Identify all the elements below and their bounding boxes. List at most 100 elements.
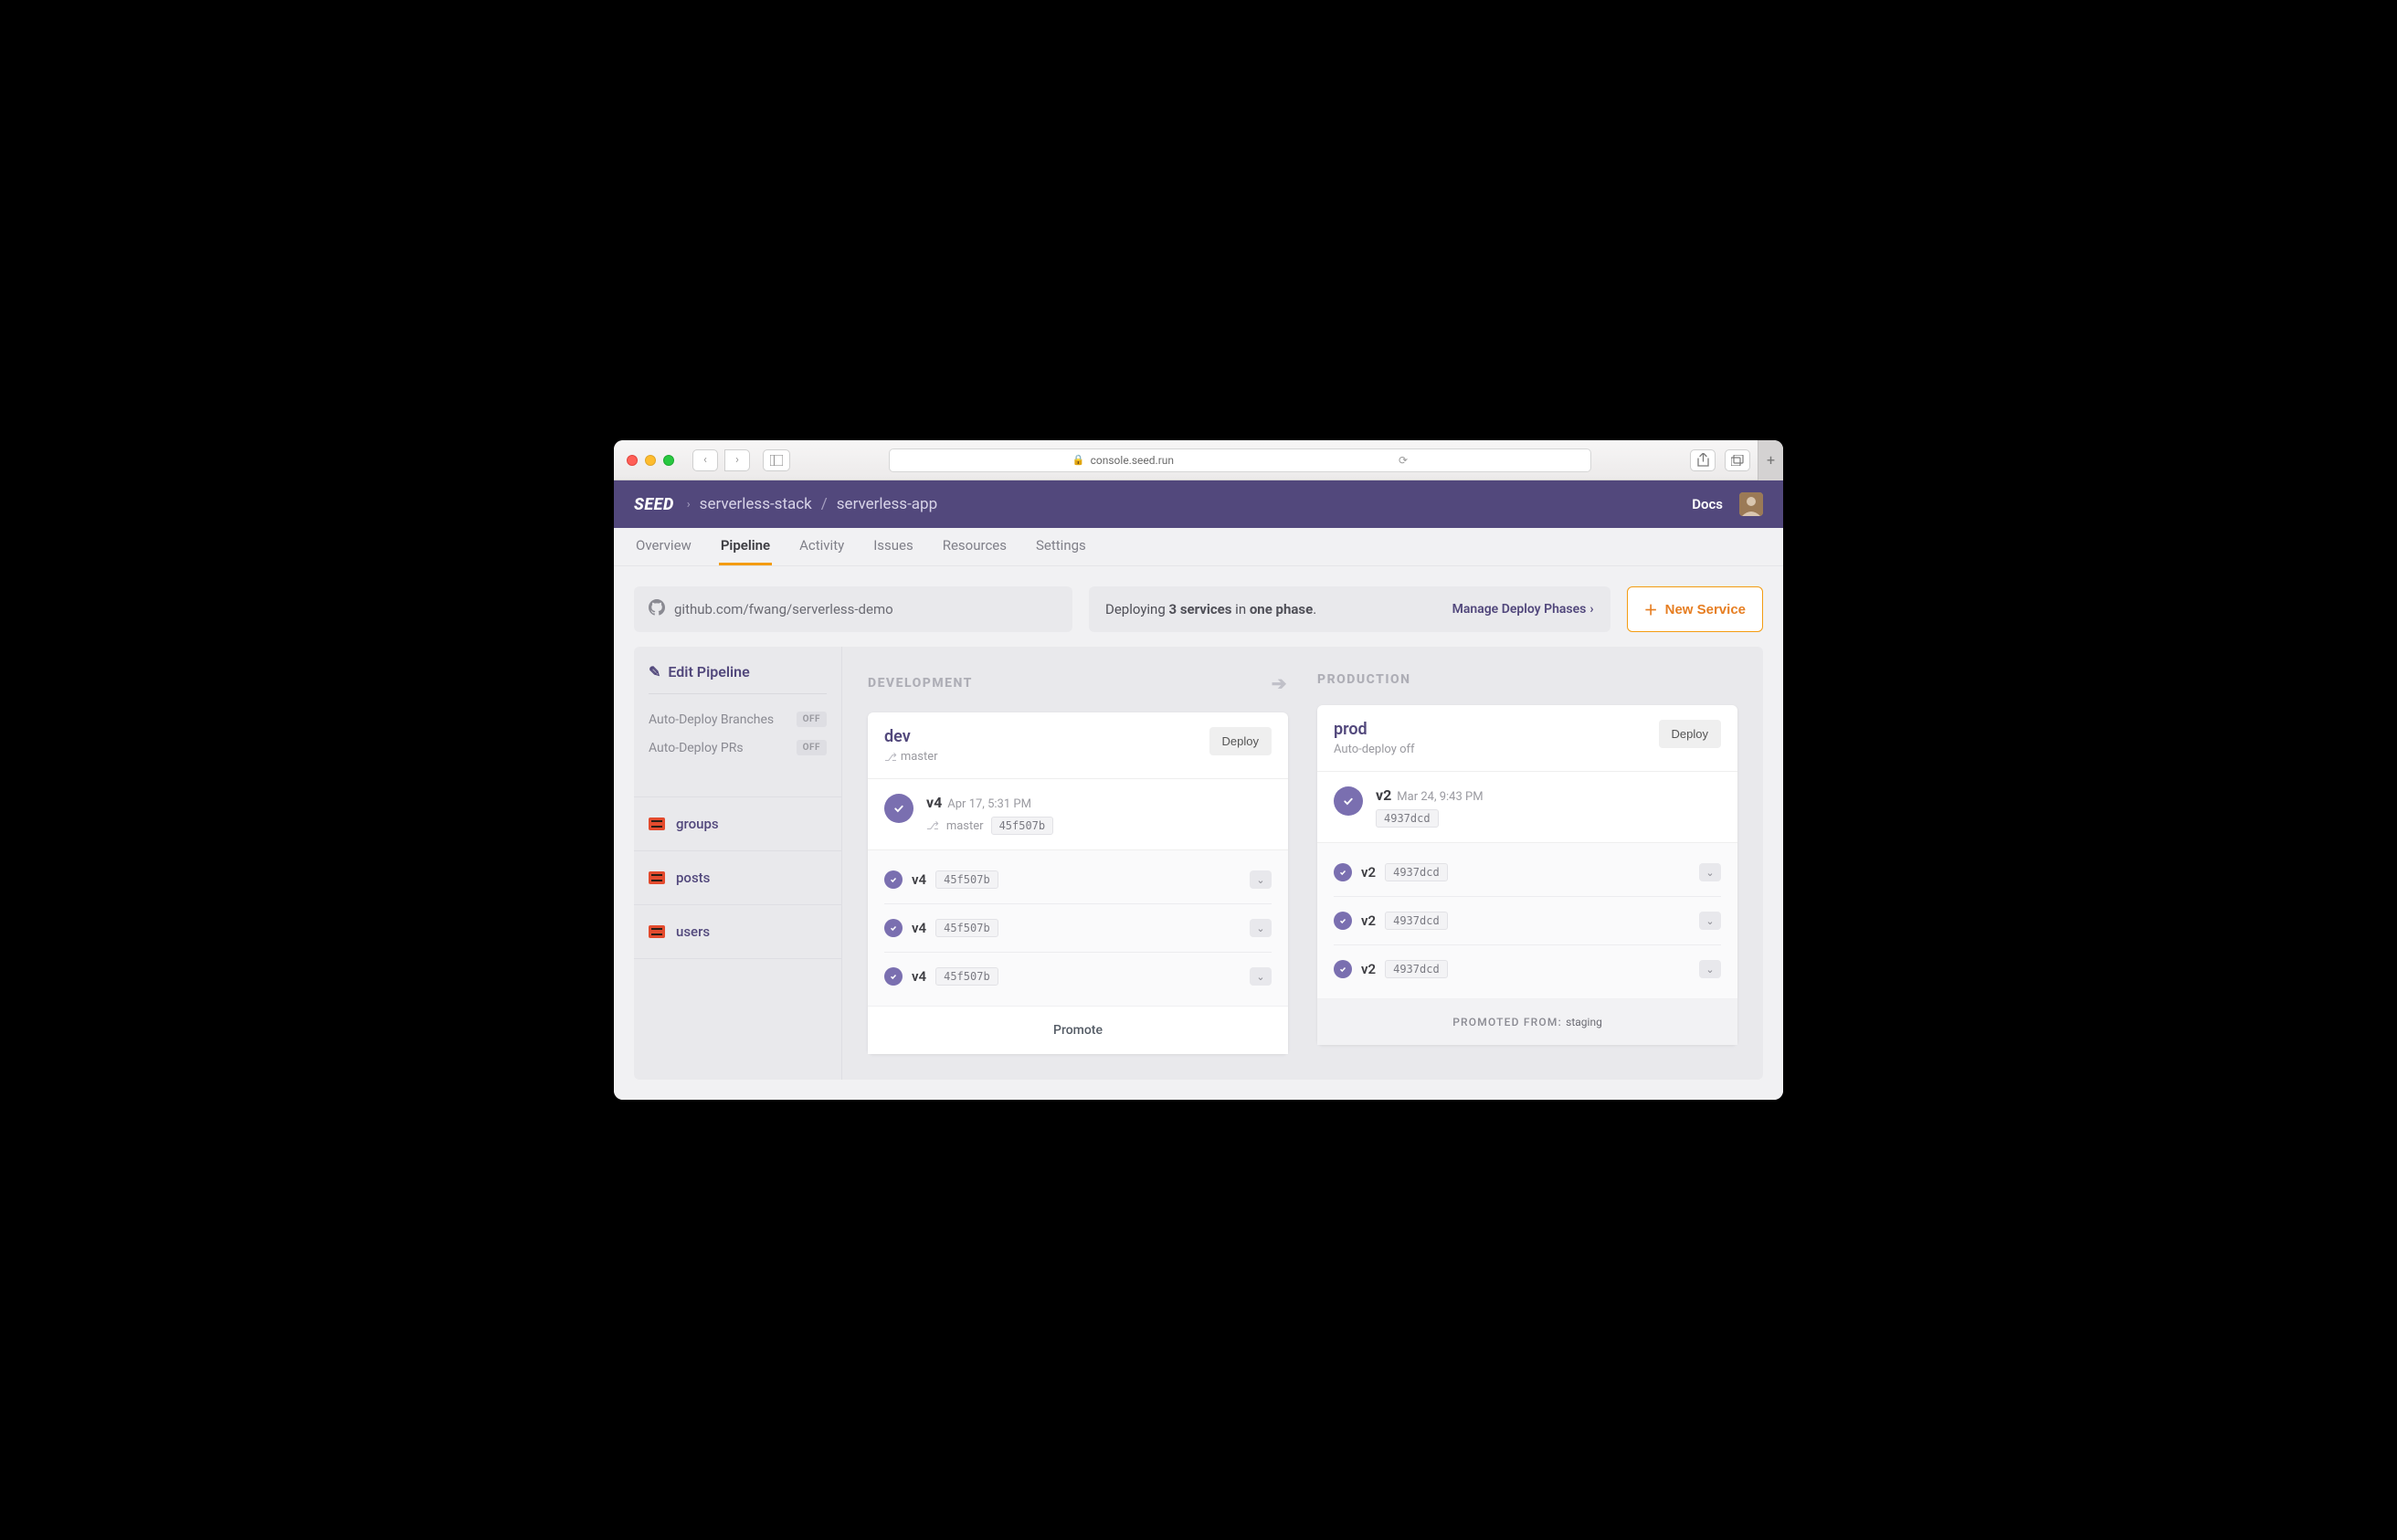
check-icon: [884, 967, 903, 986]
repo-url: github.com/fwang/serverless-demo: [674, 601, 893, 617]
deploy-text: Deploying 3 services in one phase.: [1105, 601, 1316, 617]
promoted-from-label: PROMOTED FROM: staging: [1317, 998, 1737, 1045]
maximize-window[interactable]: [663, 455, 674, 466]
new-service-button[interactable]: ＋ New Service: [1627, 586, 1763, 632]
stage-name[interactable]: prod: [1334, 720, 1415, 739]
app-header: SEED › serverless-stack / serverless-app…: [614, 480, 1783, 528]
service-build-row[interactable]: v2 4937dcd ⌄: [1334, 849, 1721, 897]
service-icon: [649, 817, 665, 830]
service-build-row[interactable]: v4 45f507b ⌄: [884, 856, 1272, 904]
stage-heading-label: PRODUCTION: [1317, 672, 1411, 687]
stage-name[interactable]: dev: [884, 727, 938, 746]
logo[interactable]: SEED: [634, 495, 674, 514]
tab-settings[interactable]: Settings: [1034, 528, 1088, 565]
expand-button[interactable]: ⌄: [1699, 960, 1721, 978]
service-icon: [649, 871, 665, 884]
build-commit: 45f507b: [935, 919, 998, 937]
branch-icon: ⎇: [884, 751, 897, 764]
service-build-row[interactable]: v2 4937dcd ⌄: [1334, 945, 1721, 993]
tab-resources[interactable]: Resources: [941, 528, 1008, 565]
expand-button[interactable]: ⌄: [1250, 919, 1272, 937]
github-icon: [649, 599, 665, 619]
page-body: github.com/fwang/serverless-demo Deployi…: [614, 566, 1783, 1100]
pencil-icon: ✎: [649, 663, 660, 680]
tabs-icon[interactable]: [1725, 449, 1750, 471]
docs-link[interactable]: Docs: [1692, 496, 1723, 512]
subnav-tabs: Overview Pipeline Activity Issues Resour…: [614, 528, 1783, 566]
new-tab-button[interactable]: +: [1758, 440, 1783, 480]
current-commit: 45f507b: [991, 817, 1054, 835]
repo-bar[interactable]: github.com/fwang/serverless-demo: [634, 586, 1072, 632]
minimize-window[interactable]: [645, 455, 656, 466]
tabs-glyph: [1731, 455, 1744, 466]
sidebar-service-posts[interactable]: posts: [634, 851, 841, 905]
service-build-row[interactable]: v2 4937dcd ⌄: [1334, 897, 1721, 945]
stage-heading-label: DEVELOPMENT: [868, 676, 973, 691]
build-commit: 4937dcd: [1385, 960, 1448, 978]
browser-window: ‹ › 🔒 console.seed.run ⟳ + SEED › server…: [614, 440, 1783, 1100]
service-build-row[interactable]: v4 45f507b ⌄: [884, 953, 1272, 1000]
forward-button[interactable]: ›: [724, 449, 750, 471]
stages-container: DEVELOPMENT ➔ dev ⎇master Deploy: [842, 647, 1763, 1080]
breadcrumb-app[interactable]: serverless-app: [837, 495, 937, 513]
avatar[interactable]: [1739, 492, 1763, 516]
stage-card-prod: prod Auto-deploy off Deploy v2Mar 24, 9:…: [1317, 705, 1737, 1045]
avatar-image: [1739, 492, 1763, 516]
service-name: users: [676, 923, 710, 940]
build-version: v4: [912, 871, 926, 888]
sidebar-service-users[interactable]: users: [634, 905, 841, 959]
manage-phases-link[interactable]: Manage Deploy Phases ›: [1452, 602, 1594, 617]
service-name: posts: [676, 870, 710, 886]
stage-card-dev: dev ⎇master Deploy v4Apr 17, 5:31 PM: [868, 712, 1288, 1054]
stage-production: PRODUCTION prod Auto-deploy off Deploy: [1317, 672, 1737, 1054]
expand-button[interactable]: ⌄: [1699, 863, 1721, 881]
auto-deploy-prs-row[interactable]: Auto-Deploy PRs OFF: [649, 733, 827, 762]
build-commit: 4937dcd: [1385, 912, 1448, 930]
check-icon: [884, 870, 903, 889]
sidebar-toggle[interactable]: [763, 449, 790, 471]
build-commit: 4937dcd: [1385, 863, 1448, 881]
stage-current-build[interactable]: v4Apr 17, 5:31 PM ⎇ master 45f507b: [868, 779, 1288, 850]
edit-pipeline-link[interactable]: ✎ Edit Pipeline: [649, 663, 827, 680]
tab-pipeline[interactable]: Pipeline: [719, 528, 772, 565]
deploy-button[interactable]: Deploy: [1659, 720, 1721, 748]
build-version: v2: [1361, 912, 1376, 929]
current-commit: 4937dcd: [1376, 809, 1439, 828]
deploy-button[interactable]: Deploy: [1209, 727, 1272, 755]
current-version: v4: [926, 794, 942, 811]
check-icon: [1334, 786, 1363, 816]
build-version: v2: [1361, 864, 1376, 881]
sidebar-service-groups[interactable]: groups: [634, 797, 841, 851]
expand-button[interactable]: ⌄: [1699, 912, 1721, 930]
url-bar[interactable]: 🔒 console.seed.run ⟳: [889, 448, 1591, 472]
expand-button[interactable]: ⌄: [1250, 967, 1272, 986]
tab-issues[interactable]: Issues: [871, 528, 915, 565]
tab-activity[interactable]: Activity: [797, 528, 846, 565]
tab-overview[interactable]: Overview: [634, 528, 693, 565]
refresh-icon[interactable]: ⟳: [1399, 454, 1408, 467]
check-icon: [1334, 863, 1352, 881]
sidebar-icon: [770, 455, 783, 466]
build-version: v4: [912, 920, 926, 936]
stage-current-build[interactable]: v2Mar 24, 9:43 PM 4937dcd: [1317, 772, 1737, 843]
service-icon: [649, 925, 665, 938]
auto-deploy-branches-row[interactable]: Auto-Deploy Branches OFF: [649, 705, 827, 733]
promote-button[interactable]: Promote: [868, 1006, 1288, 1054]
build-commit: 45f507b: [935, 870, 998, 889]
current-branch: master: [946, 819, 984, 833]
expand-button[interactable]: ⌄: [1250, 870, 1272, 889]
stage-development: DEVELOPMENT ➔ dev ⎇master Deploy: [868, 672, 1288, 1054]
deploy-info-bar: Deploying 3 services in one phase. Manag…: [1089, 586, 1610, 632]
share-icon[interactable]: [1690, 449, 1716, 471]
lock-icon: 🔒: [1072, 454, 1085, 466]
stage-sub: Auto-deploy off: [1334, 743, 1415, 756]
close-window[interactable]: [627, 455, 638, 466]
back-button[interactable]: ‹: [692, 449, 718, 471]
service-build-row[interactable]: v4 45f507b ⌄: [884, 904, 1272, 953]
current-time: Mar 24, 9:43 PM: [1397, 790, 1483, 804]
build-version: v2: [1361, 961, 1376, 977]
breadcrumb: › serverless-stack / serverless-app: [687, 495, 937, 513]
check-icon: [884, 794, 913, 823]
breadcrumb-org[interactable]: serverless-stack: [700, 495, 812, 513]
build-version: v4: [912, 968, 926, 985]
